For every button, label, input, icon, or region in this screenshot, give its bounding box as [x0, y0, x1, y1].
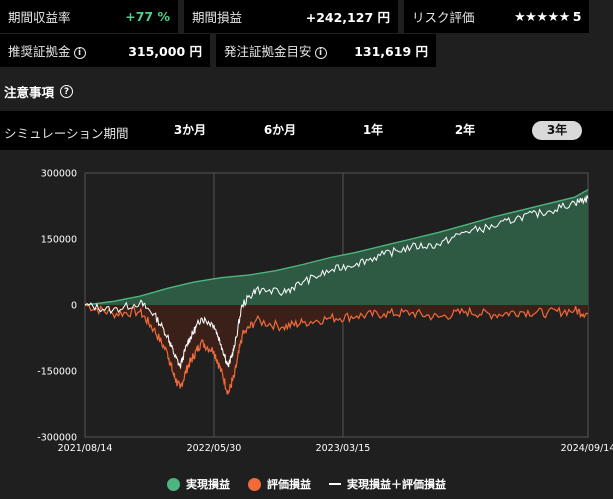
risk-card: リスク評価 ★★★★★ 5 — [404, 0, 589, 33]
risk-value: 5 — [572, 8, 582, 24]
order-margin-value: 131,619 円 — [354, 44, 428, 59]
info-icon[interactable]: i — [314, 46, 327, 59]
recommended-margin-value: 315,000 円 — [128, 44, 202, 59]
risk-stars-icon: ★★★★★ 5 — [514, 9, 581, 25]
x-tick-label: 2021/08/14 — [58, 443, 113, 454]
period-pl-label: 期間損益 — [192, 10, 243, 25]
period-1y-tab[interactable]: 1年 — [348, 121, 398, 140]
pl-chart: 3000001500000-150000-300000 2021/08/14 20… — [37, 169, 613, 455]
realized-area — [85, 189, 588, 305]
help-circle-icon[interactable]: ? — [60, 85, 74, 98]
notes-label: 注意事項 — [4, 85, 55, 100]
period-pl-card: 期間損益 +242,127 円 — [184, 0, 398, 33]
chart-legend: 実現損益 評価損益 実現損益＋評価損益 — [0, 476, 613, 492]
y-tick-label: -300000 — [37, 433, 77, 444]
total-line-icon — [329, 483, 341, 485]
y-axis-ticks: 300000 150000 0 -150000 -300000 — [37, 169, 77, 444]
period-2y-tab[interactable]: 2年 — [440, 121, 490, 140]
x-tick-label: 2024/09/14 — [561, 443, 613, 454]
legend-total[interactable]: 実現損益＋評価損益 — [329, 476, 446, 492]
x-tick-label: 2022/05/30 — [187, 443, 242, 454]
y-tick-label: 300000 — [41, 169, 77, 180]
info-icon[interactable]: i — [73, 46, 86, 59]
legend-realized[interactable]: 実現損益 — [167, 476, 230, 492]
notes-link[interactable]: 注意事項 ? — [4, 82, 74, 101]
x-axis-ticks: 2021/08/14 2022/05/30 2023/03/15 2024/09/14 — [58, 443, 613, 454]
period-pl-value: +242,127 円 — [305, 10, 390, 25]
period-3m-tab[interactable]: 3か月 — [165, 121, 215, 140]
return-rate-value: +77 % — [125, 9, 170, 24]
return-rate-card: 期間収益率 +77 % — [0, 0, 178, 33]
chart-fills — [85, 189, 588, 395]
stats-row-1: 期間収益率 +77 % 期間損益 +242,127 円 リスク評価 ★★★★★ 5 — [0, 0, 613, 35]
recommended-margin-label: 推奨証拠金 i — [8, 41, 86, 60]
period-label: シミュレーション期間 — [4, 126, 129, 141]
period-6m-tab[interactable]: 6か月 — [255, 121, 305, 140]
unrealized-dot-icon — [248, 477, 261, 491]
simulation-period-bar: シミュレーション期間 3か月 6か月 1年 2年 3年 — [0, 111, 613, 150]
y-tick-label: 0 — [71, 301, 77, 312]
recommended-margin-card: 推奨証拠金 i 315,000 円 — [0, 34, 210, 67]
legend-unrealized[interactable]: 評価損益 — [248, 476, 311, 492]
risk-label: リスク評価 — [412, 10, 475, 25]
period-3y-tab[interactable]: 3年 — [532, 121, 582, 140]
stats-row-2: 推奨証拠金 i 315,000 円 発注証拠金目安 i 131,619 円 — [0, 34, 613, 69]
risk-stars: ★★★★★ — [514, 9, 570, 25]
realized-dot-icon — [167, 477, 180, 491]
y-tick-label: 150000 — [41, 235, 77, 246]
y-tick-label: -150000 — [37, 367, 77, 378]
return-rate-label: 期間収益率 — [8, 10, 71, 25]
order-margin-label: 発注証拠金目安 i — [224, 41, 327, 60]
x-tick-label: 2023/03/15 — [316, 443, 371, 454]
order-margin-card: 発注証拠金目安 i 131,619 円 — [216, 34, 436, 67]
